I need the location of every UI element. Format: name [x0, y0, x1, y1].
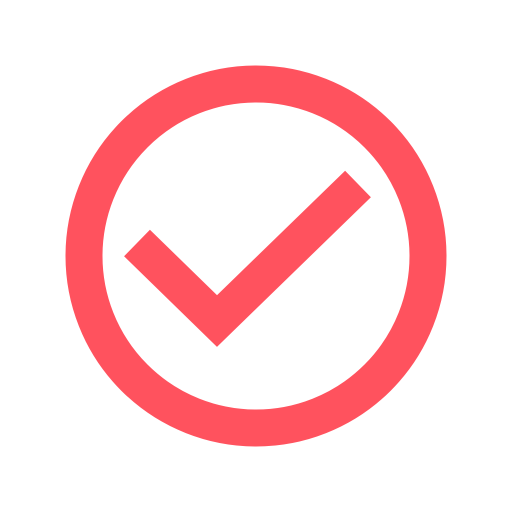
checkmark-circle-icon [65, 65, 447, 447]
icon-canvas [0, 0, 512, 512]
checkmark [124, 170, 371, 347]
